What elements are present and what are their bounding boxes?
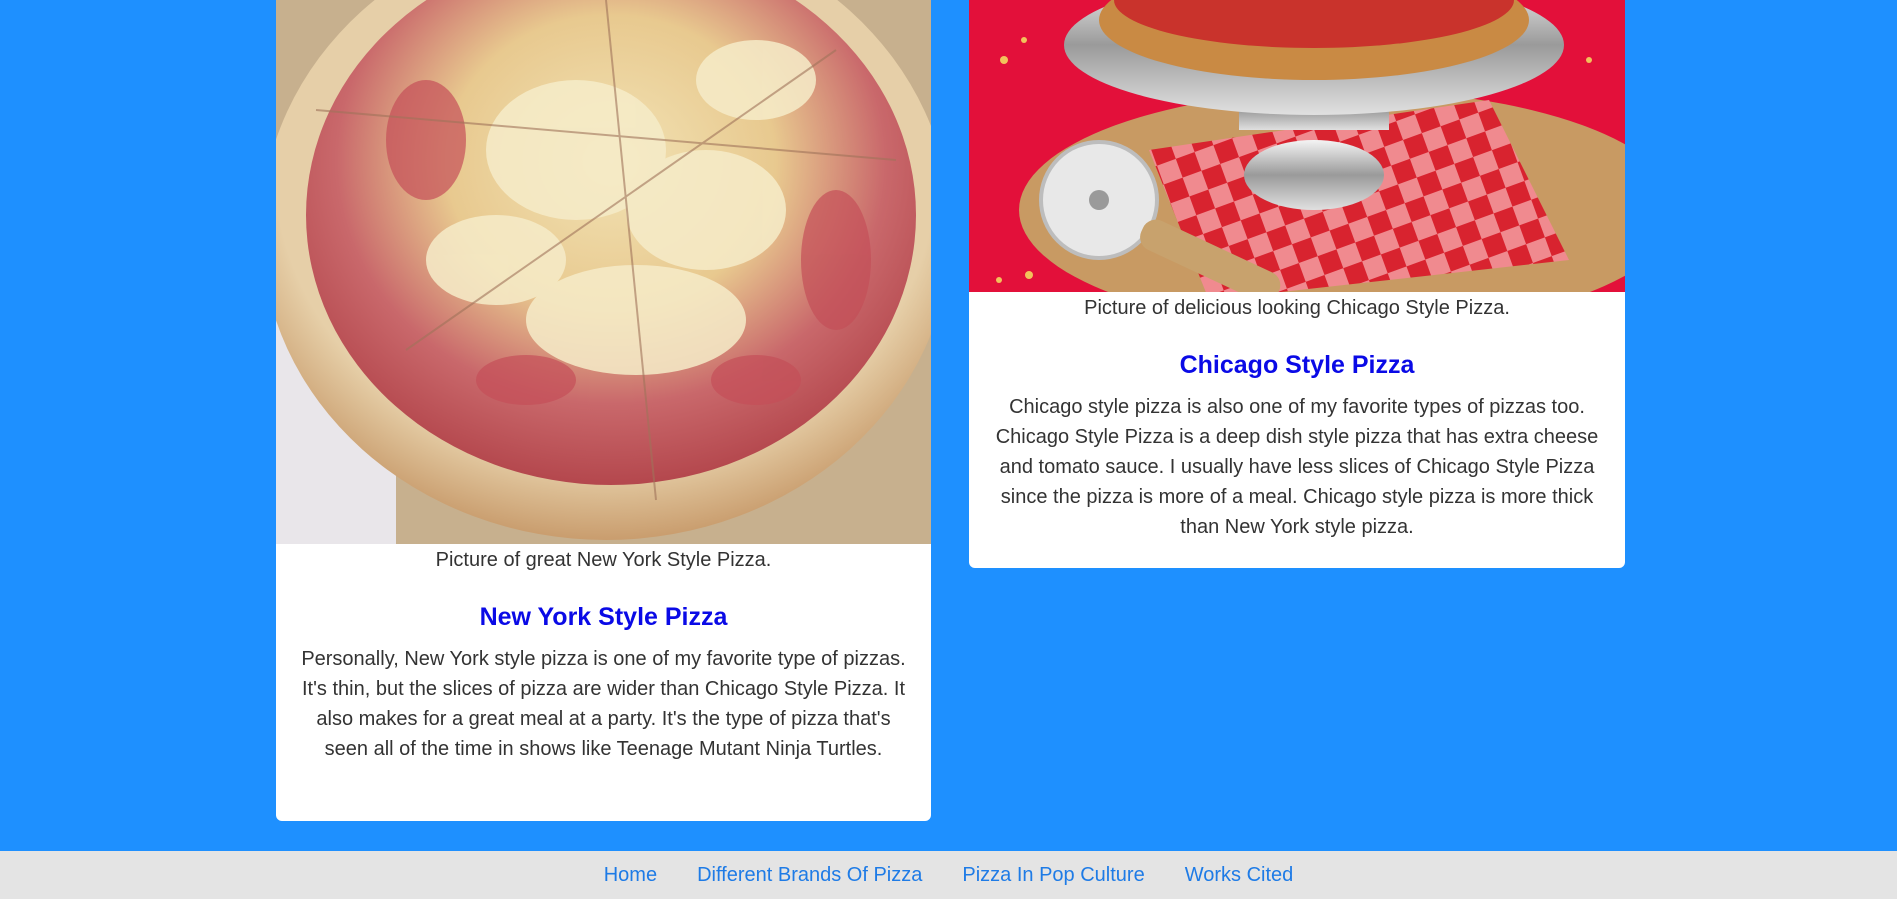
new-york-pizza-caption: Picture of great New York Style Pizza. [435,549,772,571]
new-york-pizza-title: New York Style Pizza [479,603,728,631]
new-york-pizza-photo [276,0,931,544]
new-york-pizza-description: Personally, New York style pizza is one … [301,648,906,760]
new-york-pizza-card: Picture of great New York Style Pizza. N… [276,0,931,821]
chicago-pizza-title: Chicago Style Pizza [1179,351,1415,379]
chicago-pizza-caption: Picture of delicious looking Chicago Sty… [1084,297,1510,319]
footer-nav: Home Different Brands Of Pizza Pizza In … [0,851,1897,899]
footer-link-pop-culture[interactable]: Pizza In Pop Culture [962,863,1144,887]
chicago-pizza-description: Chicago style pizza is also one of my fa… [995,396,1599,538]
footer-link-home[interactable]: Home [604,863,657,887]
footer-link-different-brands[interactable]: Different Brands Of Pizza [697,863,922,887]
chicago-pizza-photo [969,0,1625,292]
footer-link-works-cited[interactable]: Works Cited [1185,863,1294,887]
chicago-pizza-card: Picture of delicious looking Chicago Sty… [969,0,1625,568]
